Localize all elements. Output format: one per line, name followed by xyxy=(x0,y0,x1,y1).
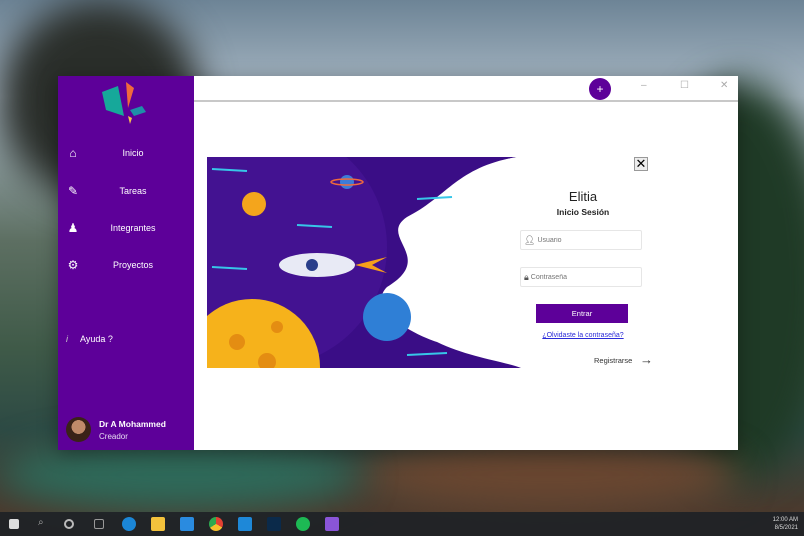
password-input[interactable] xyxy=(530,273,631,281)
title-bar: + – ☐ ✕ xyxy=(194,76,738,102)
team-icon: ♟ xyxy=(67,221,79,235)
arrow-right-icon[interactable]: → xyxy=(640,352,653,367)
tasks-icon: ✎ xyxy=(67,184,79,198)
username-field[interactable]: 👤︎ xyxy=(520,230,642,250)
sidebar-item-integrantes[interactable]: ♟ Integrantes xyxy=(58,217,194,239)
add-button[interactable]: + xyxy=(589,78,611,100)
cortana-icon[interactable] xyxy=(64,519,74,529)
app-name: Elitia xyxy=(568,189,598,204)
task-view-icon[interactable] xyxy=(94,519,104,529)
search-icon[interactable]: ⌕ xyxy=(38,517,52,531)
user-name: Dr A Mohammed xyxy=(99,418,166,429)
login-subtitle: Inicio Sesión xyxy=(556,207,610,217)
file-explorer-icon[interactable] xyxy=(151,517,165,531)
minimize-button[interactable]: – xyxy=(641,80,647,91)
login-button[interactable]: Entrar xyxy=(536,304,628,323)
forgot-password-link[interactable]: ¿Olvidaste la contraseña? xyxy=(498,332,668,339)
spotify-icon[interactable] xyxy=(296,517,310,531)
home-icon: ⌂ xyxy=(69,146,77,160)
sidebar: ⌂ Inicio ✎ Tareas ♟ Integrantes ⚙ Proyectos … xyxy=(58,76,194,450)
avatar xyxy=(66,417,91,442)
space-illustration xyxy=(207,157,521,368)
logo-icon xyxy=(102,82,146,124)
clock[interactable]: 12:00 AM 8/5/2021 xyxy=(773,516,798,532)
sidebar-item-tareas[interactable]: ✎ Tareas xyxy=(58,180,194,202)
user-profile[interactable]: Dr A Mohammed Creador xyxy=(66,417,166,442)
maximize-button[interactable]: ☐ xyxy=(680,80,689,91)
user-icon: 👤︎ xyxy=(524,234,536,245)
close-window-button[interactable]: ✕ xyxy=(720,80,728,91)
background-lake xyxy=(0,440,360,510)
register-link[interactable]: Registrarse xyxy=(594,356,632,365)
photoshop-icon[interactable] xyxy=(267,517,281,531)
user-role: Creador xyxy=(99,431,128,441)
lock-icon: 🔒︎ xyxy=(524,271,529,282)
gear-icon: ⚙ xyxy=(67,258,79,272)
taskbar: ⌕ 12:00 AM 8/5/2021 xyxy=(0,512,804,536)
background-cabin xyxy=(360,440,740,510)
sidebar-item-inicio[interactable]: ⌂ Inicio xyxy=(58,142,194,164)
close-login-button[interactable]: ✕ xyxy=(634,157,648,171)
visual-studio-icon[interactable] xyxy=(325,517,339,531)
store-icon[interactable] xyxy=(180,517,194,531)
username-input[interactable] xyxy=(537,236,638,244)
password-field[interactable]: 🔒︎ xyxy=(520,267,642,287)
app-window: ⌂ Inicio ✎ Tareas ♟ Integrantes ⚙ Proyectos … xyxy=(58,76,738,450)
start-icon[interactable] xyxy=(9,519,19,529)
vscode-icon[interactable] xyxy=(238,517,252,531)
info-icon: i xyxy=(66,334,68,344)
chrome-icon[interactable] xyxy=(209,517,223,531)
sidebar-item-proyectos[interactable]: ⚙ Proyectos xyxy=(58,254,194,276)
edge-icon[interactable] xyxy=(122,517,136,531)
help-link[interactable]: i Ayuda ? xyxy=(66,334,113,344)
